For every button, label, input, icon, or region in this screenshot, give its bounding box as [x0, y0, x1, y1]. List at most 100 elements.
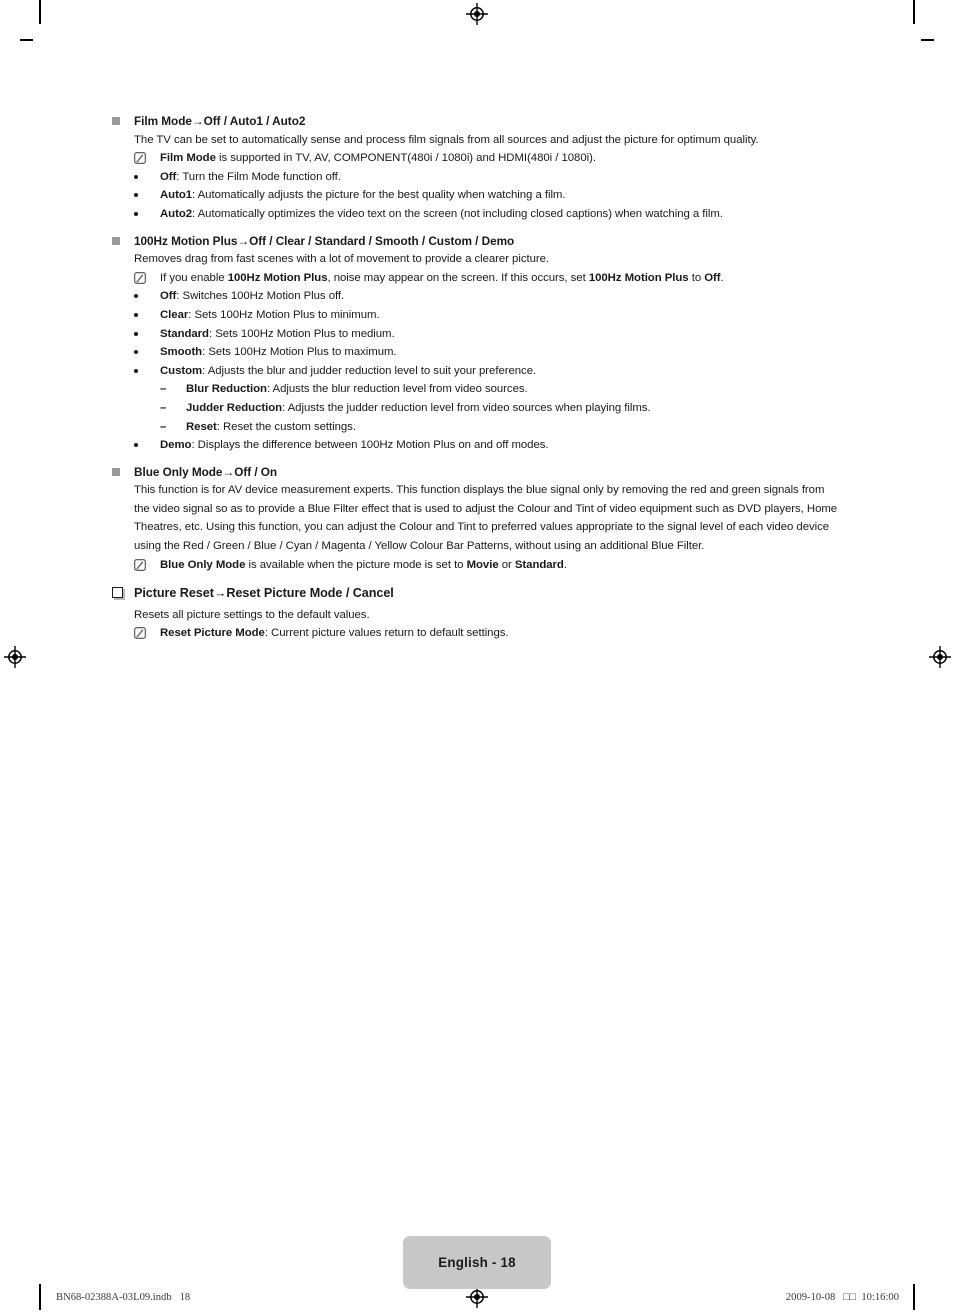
dash-bullet-icon: – [160, 420, 167, 433]
bullet-desc: : Displays the difference between 100Hz … [191, 439, 549, 452]
sub-bullet-term: Reset [186, 420, 217, 433]
dash-bullet-icon: – [160, 401, 167, 414]
arrow-icon: → [191, 114, 204, 128]
bullet-desc: : Adjusts the blur and judder reduction … [202, 364, 537, 377]
bullet-desc: : Turn the Film Mode function off. [176, 170, 341, 183]
page-body: Film Mode→Off / Auto1 / Auto2 The TV can… [112, 112, 842, 643]
heading-text: Film Mode→Off / Auto1 / Auto2 [134, 112, 842, 131]
note-seg-bold: Movie [466, 558, 499, 571]
section-heading-motion-plus: 100Hz Motion Plus→Off / Clear / Standard… [112, 232, 842, 251]
bullet-desc: : Automatically adjusts the picture for … [192, 189, 566, 202]
manual-page: Film Mode→Off / Auto1 / Auto2 The TV can… [0, 0, 954, 1315]
sub-bullet-desc: : Adjusts the blur reduction level from … [266, 383, 528, 396]
round-bullet-icon [134, 186, 160, 198]
note-motion-plus-noise: If you enable 100Hz Motion Plus, noise m… [112, 269, 842, 288]
sub-bullet-item: – Blur Reduction: Adjusts the blur reduc… [112, 380, 842, 399]
heading-label: Film Mode [134, 114, 192, 128]
crop-mark-top-left-vertical [39, 0, 41, 24]
arrow-icon: → [222, 464, 235, 479]
round-bullet-icon [134, 205, 160, 216]
bullet-text: Custom: Adjusts the blur and judder redu… [160, 362, 842, 381]
sub-bullet-term: Judder Reduction [186, 401, 283, 414]
bullet-desc: : Sets 100Hz Motion Plus to minimum. [188, 308, 380, 321]
paragraph-text: The TV can be set to automatically sense… [134, 133, 759, 146]
heading-label: 100Hz Motion Plus [134, 233, 238, 248]
round-bullet-icon [134, 436, 160, 448]
page-number-label: English - 18 [438, 1255, 516, 1270]
registration-target-icon-right [929, 646, 951, 668]
sub-bullet-desc: : Adjusts the judder reduction level fro… [282, 401, 651, 414]
section-heading-film-mode: Film Mode→Off / Auto1 / Auto2 [112, 112, 842, 131]
bullet-item: Clear: Sets 100Hz Motion Plus to minimum… [112, 306, 842, 325]
note-seg: to [688, 271, 705, 284]
round-bullet-icon [134, 168, 160, 179]
round-bullet-icon [134, 306, 160, 317]
note-bold-lead: Film Mode [160, 152, 216, 165]
registration-target-icon-left [4, 646, 26, 668]
note-seg: If you enable [160, 271, 228, 284]
bullet-text: Off: Turn the Film Mode function off. [160, 168, 842, 187]
heading-text: 100Hz Motion Plus→Off / Clear / Standard… [134, 232, 842, 251]
round-bullet-icon [134, 343, 160, 355]
gray-square-bullet-icon [112, 463, 134, 476]
bullet-term: Custom [160, 364, 203, 377]
sub-bullet-text: Reset: Reset the custom settings. [186, 418, 842, 437]
sub-bullet-text: Blur Reduction: Adjusts the blur reducti… [186, 380, 842, 399]
note-film-mode-support: Film Mode is supported in TV, AV, COMPON… [112, 149, 842, 168]
note-bold-lead: Reset Picture Mode [160, 627, 265, 640]
registration-target-icon-top [466, 3, 488, 25]
sub-bullet-desc: : Reset the custom settings. [216, 420, 356, 433]
heading-label: Picture Reset [134, 586, 214, 601]
section-paragraph: This function is for AV device measureme… [112, 481, 842, 555]
sub-bullet-item: – Reset: Reset the custom settings. [112, 418, 842, 437]
note-seg-bold: Standard [514, 558, 564, 571]
heading-values: Off / Auto1 / Auto2 [203, 114, 306, 128]
page-number-badge: English - 18 [403, 1236, 551, 1289]
note-seg: . [720, 271, 724, 284]
note-seg-bold: 100Hz Motion Plus [227, 271, 328, 284]
crop-mark-top-right-horizontal [921, 39, 934, 41]
note-pencil-icon [134, 556, 160, 571]
hollow-square-bullet-icon [112, 584, 134, 599]
bullet-text: Auto1: Automatically adjusts the picture… [160, 186, 842, 205]
registration-target-icon-bottom [466, 1286, 488, 1308]
section-heading-picture-reset: Picture Reset→Reset Picture Mode / Cance… [112, 584, 842, 603]
arrow-icon: → [237, 233, 250, 248]
section-motion-plus: 100Hz Motion Plus→Off / Clear / Standard… [112, 232, 842, 455]
sub-bullet-item: – Judder Reduction: Adjusts the judder r… [112, 399, 842, 418]
note-text: If you enable 100Hz Motion Plus, noise m… [160, 269, 842, 288]
bullet-desc: : Automatically optimizes the video text… [192, 207, 723, 220]
dash-bullet-icon: – [160, 383, 167, 396]
bullet-text: Smooth: Sets 100Hz Motion Plus to maximu… [160, 343, 842, 362]
note-reset-picture-mode: Reset Picture Mode: Current picture valu… [112, 624, 842, 643]
sub-bullet-term: Blur Reduction [186, 383, 267, 396]
bullet-desc: : Switches 100Hz Motion Plus off. [176, 290, 345, 303]
round-bullet-icon [134, 325, 160, 336]
bullet-item: Demo: Displays the difference between 10… [112, 436, 842, 455]
note-seg-bold: 100Hz Motion Plus [588, 271, 689, 284]
bullet-item: Custom: Adjusts the blur and judder redu… [112, 362, 842, 381]
bullet-item: Smooth: Sets 100Hz Motion Plus to maximu… [112, 343, 842, 362]
crop-mark-bottom-right-vertical [913, 1284, 915, 1310]
bullet-text: Clear: Sets 100Hz Motion Plus to minimum… [160, 306, 842, 325]
print-slug-timestamp: 2009-10-08 □□ 10:16:00 [785, 1292, 899, 1303]
bullet-term: Standard [160, 327, 209, 340]
bullet-text: Auto2: Automatically optimizes the video… [160, 205, 842, 224]
heading-values: Reset Picture Mode / Cancel [226, 586, 394, 601]
bullet-desc: : Sets 100Hz Motion Plus to medium. [208, 327, 395, 340]
note-seg: is available when the picture mode is se… [245, 558, 467, 571]
note-blue-only-mode-availability: Blue Only Mode is available when the pic… [112, 556, 842, 575]
section-heading-blue-only-mode: Blue Only Mode→Off / On [112, 463, 842, 482]
note-text: Film Mode is supported in TV, AV, COMPON… [160, 149, 842, 168]
section-picture-reset: Picture Reset→Reset Picture Mode / Cance… [112, 584, 842, 643]
bullet-term: Off [160, 290, 177, 303]
crop-mark-bottom-left-vertical [39, 1284, 41, 1310]
note-seg: or [498, 558, 515, 571]
arrow-icon: → [213, 586, 227, 601]
paragraph-text: Resets all picture settings to the defau… [134, 608, 370, 621]
heading-values: Off / Clear / Standard / Smooth / Custom… [249, 233, 515, 248]
heading-values: Off / On [234, 464, 278, 479]
bullet-item: Off: Switches 100Hz Motion Plus off. [112, 287, 842, 306]
gray-square-bullet-icon [112, 112, 134, 125]
note-seg-bold: Blue Only Mode [160, 558, 246, 571]
